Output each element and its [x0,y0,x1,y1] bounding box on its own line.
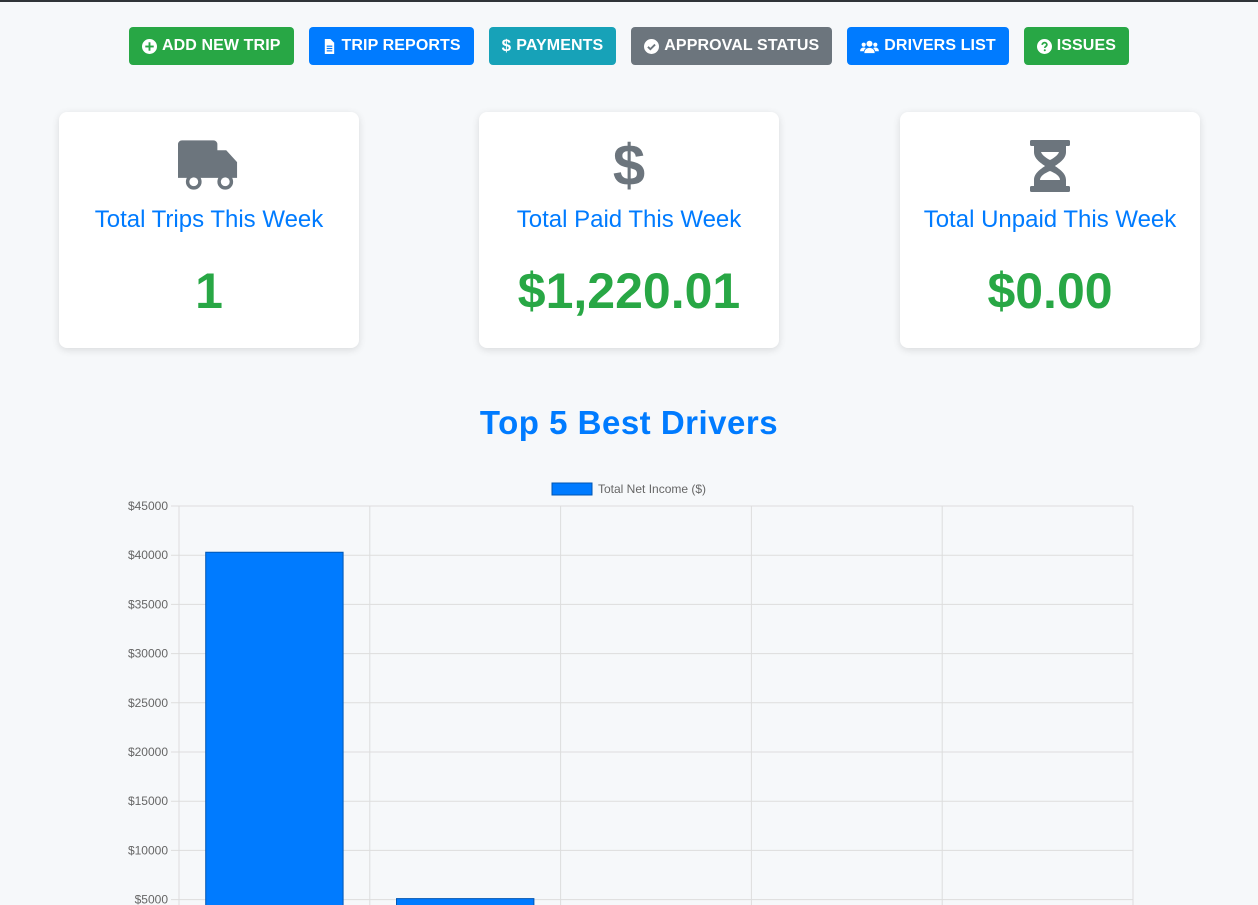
y-tick-label: $45000 [128,499,168,513]
stat-card-paid: $ Total Paid This Week $1,220.01 [479,112,779,348]
stat-label: Total Paid This Week [516,206,742,233]
truck-icon [177,140,237,190]
chart-section-title: Top 5 Best Drivers [479,404,779,441]
approval-status-button[interactable]: APPROVAL STATUS [631,27,833,65]
add-new-trip-label: ADD NEW TRIP [161,37,281,54]
stat-value: 1 [195,263,223,319]
dollar-icon: $ [501,36,512,55]
plus-circle-icon [141,38,157,54]
approval-status-label: APPROVAL STATUS [664,37,820,54]
y-tick-label: $30000 [128,647,168,661]
y-tick-label: $25000 [128,696,168,710]
payments-label: PAYMENTS [516,37,604,54]
top-drivers-bar-chart: $45000 $40000 $35000 $30000 $25000 $20000 $150… [128,482,1134,905]
dollar-icon: $ [612,133,646,198]
hourglass-icon [1030,140,1070,192]
add-new-trip-button[interactable]: ADD NEW TRIP [128,27,294,65]
y-tick-label: $15000 [128,794,168,808]
legend-label: Total Net Income ($) [598,482,706,496]
stat-value: $0.00 [987,263,1113,319]
y-tick-label: $10000 [128,843,168,857]
stat-value: $1,220.01 [517,263,741,319]
question-circle-icon [1036,38,1052,54]
bar [205,551,344,905]
issues-button[interactable]: ISSUES [1023,27,1130,65]
stat-label: Total Trips This Week [94,206,324,233]
check-circle-icon [644,38,660,54]
y-tick-label: $35000 [128,597,168,611]
bar [396,898,535,905]
trip-reports-button[interactable]: TRIP REPORTS [308,27,474,65]
trip-reports-label: TRIP REPORTS [341,37,461,54]
y-tick-label: $20000 [128,745,168,759]
issues-label: ISSUES [1056,37,1117,54]
drivers-list-label: DRIVERS LIST [884,37,996,54]
stat-card-trips: Total Trips This Week 1 [59,112,359,348]
file-icon [324,38,334,54]
y-tick-label: $5000 [135,893,169,905]
legend-swatch [551,482,593,496]
y-tick-label: $40000 [128,548,168,562]
users-icon [860,40,880,53]
drivers-list-button[interactable]: DRIVERS LIST [847,27,1009,65]
stat-label: Total Unpaid This Week [923,206,1177,233]
stat-card-unpaid: Total Unpaid This Week $0.00 [900,112,1200,348]
action-toolbar: ADD NEW TRIP TRIP REPORTS $ PAYMENTS APP… [0,27,1258,65]
payments-button[interactable]: $ PAYMENTS [488,27,617,65]
